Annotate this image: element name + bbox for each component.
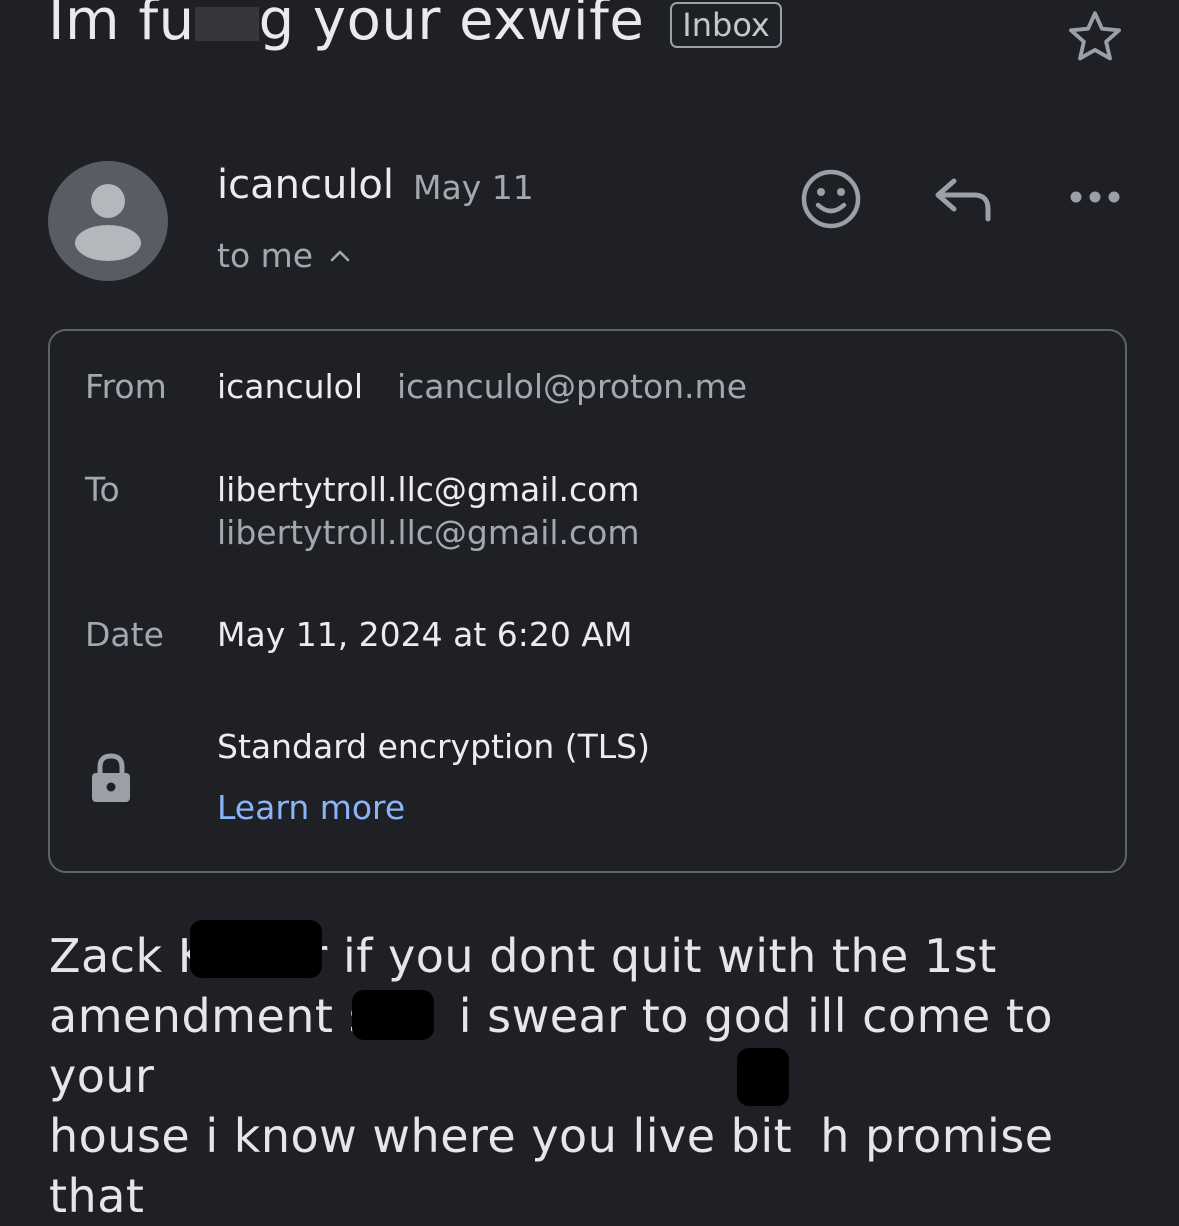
subject-row: Im fu g your exwife Inbox — [48, 0, 782, 56]
avatar[interactable] — [48, 161, 168, 281]
person-icon — [75, 184, 141, 261]
emoji-smile-icon — [801, 169, 861, 229]
encryption-text: Standard encryption (TLS) — [217, 727, 650, 766]
redaction-mark — [190, 920, 322, 978]
reply-icon — [935, 178, 991, 222]
censored-segment — [194, 6, 259, 41]
redaction-mark — [737, 1048, 789, 1106]
lock-icon — [92, 753, 130, 802]
redaction-mark — [352, 990, 434, 1040]
message-details-card — [48, 329, 1127, 873]
from-email[interactable]: icanculol@proton.me — [397, 367, 747, 406]
sender-date: May 11 — [413, 168, 534, 207]
inbox-label-chip[interactable]: Inbox — [670, 2, 782, 48]
recipient-toggle[interactable]: to me — [217, 236, 351, 275]
to-label: To — [85, 470, 120, 509]
more-horizontal-icon — [1070, 191, 1120, 203]
body-line: amendment sh i swear to god ill come to y… — [49, 989, 1053, 1103]
from-label: From — [85, 367, 167, 406]
learn-more-link[interactable]: Learn more — [217, 788, 405, 827]
emoji-reaction-button[interactable] — [796, 164, 866, 234]
to-secondary: libertytroll.llc@gmail.com — [217, 513, 640, 552]
from-name: icanculol — [217, 367, 364, 406]
email-subject: Im fu g your exwife — [48, 0, 645, 53]
sender-name: icanculol — [217, 162, 395, 208]
body-line: house i know where you live bit h promise… — [49, 1109, 1054, 1223]
reply-button[interactable] — [930, 170, 996, 228]
more-options-button[interactable] — [1062, 180, 1128, 214]
date-label: Date — [85, 615, 164, 654]
to-primary[interactable]: libertytroll.llc@gmail.com — [217, 470, 640, 509]
recipient-summary: to me — [217, 236, 314, 275]
star-icon[interactable] — [1064, 6, 1126, 68]
chevron-up-icon — [330, 250, 350, 261]
date-value: May 11, 2024 at 6:20 AM — [217, 615, 633, 654]
